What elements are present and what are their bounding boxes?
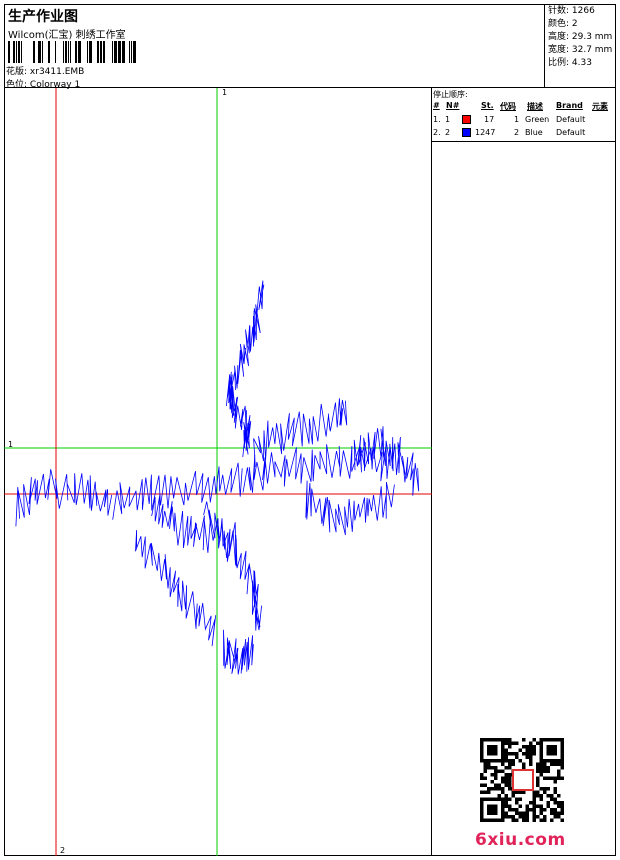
stitch-run — [151, 493, 237, 559]
stop-row[interactable]: 1. 1 17 1 Green Default — [432, 115, 616, 128]
stop-row[interactable]: 2. 2 1247 2 Blue Default — [432, 128, 616, 141]
design-height: 高度: 29.3 mm — [548, 32, 613, 42]
col-hash: # — [433, 101, 440, 110]
stitch-run — [305, 480, 395, 536]
col-brand: Brand — [556, 101, 583, 110]
row-desc: Green — [525, 115, 550, 124]
color-swatch — [462, 115, 471, 124]
row-stitches: 1247 — [475, 128, 496, 137]
color-swatch — [462, 128, 471, 137]
row-index: 2. — [433, 128, 441, 137]
col-st: St. — [481, 101, 494, 110]
barcode — [8, 41, 136, 63]
color-count: 颜色: 2 — [548, 19, 578, 29]
stitch-run — [227, 371, 252, 458]
pattern-value: xr3411.EMB — [29, 67, 85, 77]
stitch-run — [203, 501, 262, 631]
bottom-axis-label: 2 — [60, 846, 66, 855]
row-stitches: 17 — [484, 115, 495, 124]
col-code: 代码 — [500, 102, 516, 111]
pattern-label: 花版: — [6, 67, 28, 77]
col-n: N# — [446, 101, 460, 110]
row-index: 1. — [433, 115, 441, 124]
design-canvas[interactable]: 1 1 2 — [4, 88, 432, 856]
stats-panel: 针数: 1266 颜色: 2 高度: 29.3 mm 宽度: 32.7 mm 比… — [544, 4, 616, 88]
row-brand: Default — [556, 128, 586, 137]
design-width: 宽度: 32.7 mm — [548, 45, 613, 55]
stitch-count: 针数: 1266 — [548, 6, 595, 16]
design-scale: 比例: 4.33 — [548, 58, 592, 68]
stitch-drawing — [4, 88, 432, 856]
qr-code — [480, 738, 564, 822]
col-desc: 描述 — [527, 102, 543, 111]
stitch-run — [112, 462, 243, 520]
stitch-run — [15, 469, 113, 527]
row-code: 1 — [514, 115, 520, 124]
top-axis-label: 1 — [222, 88, 228, 97]
stop-sequence-title: 停止顺序: — [433, 90, 468, 99]
row-code: 2 — [514, 128, 520, 137]
stop-sequence-panel: 停止顺序: # N# St. 代码 描述 Brand 元素 1. 1 17 1 … — [432, 88, 616, 142]
stitch-run — [226, 280, 265, 407]
row-desc: Blue — [525, 128, 543, 137]
col-element: 元素 — [592, 102, 608, 111]
row-brand: Default — [556, 115, 586, 124]
header: 生产作业图 Wilcom(汇宝) 刺绣工作室 花版: xr3411.EMB 色位… — [4, 4, 616, 90]
left-axis-label: 1 — [8, 440, 14, 449]
pattern-line: 花版: xr3411.EMB — [6, 64, 84, 77]
row-n: 2 — [445, 128, 451, 137]
page-title: 生产作业图 — [8, 9, 78, 25]
company-name: Wilcom(汇宝) 刺绣工作室 — [8, 30, 126, 41]
stitch-run — [223, 629, 254, 675]
watermark-site: 6xiu.com — [475, 830, 566, 850]
row-n: 1 — [445, 115, 451, 124]
